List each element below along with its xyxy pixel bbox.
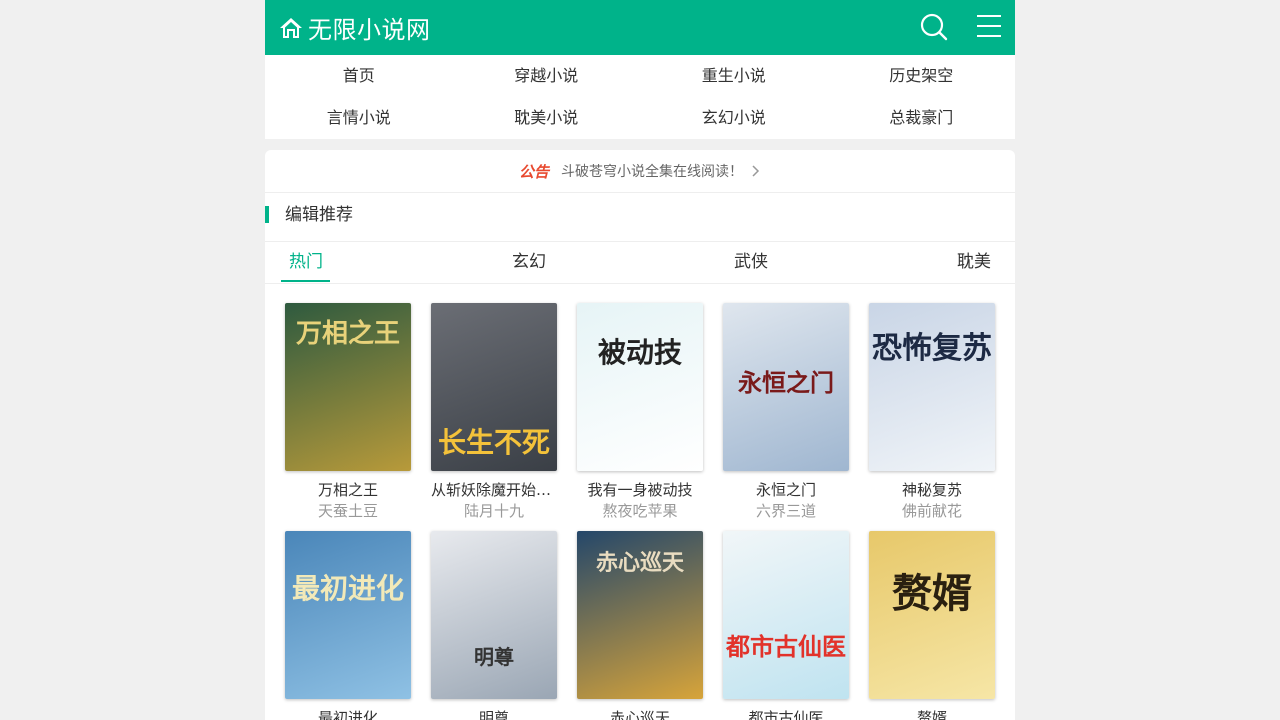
book-author: 佛前献花 — [901, 502, 962, 520]
tab-wuxia[interactable]: 武侠 — [734, 242, 768, 283]
menu-icon[interactable] — [974, 12, 1004, 42]
home-icon — [280, 17, 302, 38]
book-card[interactable]: 长生不死从斩妖除魔开始长生不死陆月十九 — [431, 303, 557, 522]
book-card[interactable]: 明尊 明尊 — [431, 531, 557, 720]
book-card[interactable]: 被动技我有一身被动技 熬夜吃苹果 — [577, 303, 703, 522]
book-card[interactable]: 赤心巡天 赤心巡天 — [577, 531, 703, 720]
book-cover-title: 最初进化 — [291, 572, 404, 605]
book-cover[interactable]: 长生不死 — [431, 303, 557, 471]
book-cover-title: 永恒之门 — [738, 368, 834, 397]
site-header: 无限小说网 — [265, 0, 1015, 55]
book-cover-title: 万相之王 — [295, 319, 400, 349]
nav-item-romance[interactable]: 言情小说 — [265, 97, 453, 139]
notice-bar[interactable]: 公告 斗破苍穹小说全集在线阅读！ — [265, 150, 1015, 193]
editor-recommend-section: 编辑推荐 热门 玄幻 武侠 耽美 万相之王 万相之王 天蚕土豆 长生不死 从斩妖除魔开始… — [265, 193, 1015, 720]
book-cover-title: 赤心巡天 — [595, 550, 684, 576]
tab-danmei[interactable]: 耽美 — [957, 242, 991, 283]
book-cover-title: 都市古仙医 — [726, 632, 846, 661]
active-tab-underline — [281, 280, 330, 282]
tab-hot[interactable]: 热门 — [289, 242, 323, 283]
book-cover-title: 赘婿 — [892, 570, 972, 617]
book-card[interactable]: 都市古仙医 都市古仙医 — [723, 531, 849, 720]
category-nav: 首页 穿越小说 重生小说 历史架空 言情小说 耽美小说 玄幻小说 总裁豪门 — [265, 55, 1015, 139]
book-card[interactable]: 恐怖复苏神秘复苏佛前献花 — [869, 303, 995, 522]
book-title[interactable]: 万相之王 — [285, 480, 411, 500]
section-tabs: 热门 玄幻 武侠 耽美 — [265, 242, 1015, 284]
notice-text[interactable]: 斗破苍穹小说全集在线阅读！ — [561, 161, 743, 181]
tab-fantasy[interactable]: 玄幻 — [512, 242, 546, 283]
book-cover-title: 恐怖复苏 — [872, 331, 992, 366]
book-title[interactable]: 永恒之门 — [723, 480, 849, 500]
page: 无限小说网 首页 穿越小说 重生小说 历史架空 言情小说 耽美小说 玄幻小说 总… — [265, 0, 1015, 720]
nav-item-history[interactable]: 历史架空 — [828, 55, 1016, 97]
nav-item-danmei[interactable]: 耽美小说 — [453, 97, 641, 139]
section-accent-bar — [265, 206, 269, 223]
book-author: 熬夜吃苹果 — [602, 502, 678, 520]
nav-item-rebirth[interactable]: 重生小说 — [640, 55, 828, 97]
book-title[interactable]: 我有一身被动技 — [577, 480, 703, 500]
site-title: 无限小说网 — [308, 16, 431, 44]
book-title[interactable]: 赘婿 — [869, 708, 995, 720]
book-author: 陆月十九 — [463, 502, 524, 520]
book-cover[interactable]: 被动技 — [577, 303, 703, 471]
book-cover[interactable]: 恐怖复苏 — [869, 303, 995, 471]
book-cover[interactable]: 赘婿 — [869, 531, 995, 699]
book-cover-title: 长生不死 — [437, 426, 550, 459]
book-cover[interactable]: 万相之王 — [285, 303, 411, 471]
book-cover-title: 明尊 — [474, 645, 514, 669]
book-title[interactable]: 明尊 — [431, 708, 557, 720]
section-header: 编辑推荐 — [265, 193, 1015, 242]
book-title[interactable]: 从斩妖除魔开始长生不死 — [431, 480, 557, 500]
site-logo[interactable]: 无限小说网 — [278, 0, 431, 55]
book-card[interactable]: 永恒之门 永恒之门 六界三道 — [723, 303, 849, 522]
nav-item-fantasy[interactable]: 玄幻小说 — [640, 97, 828, 139]
book-cover[interactable]: 永恒之门 — [723, 303, 849, 471]
notice-tag: 公告 — [518, 162, 549, 181]
nav-item-ceo[interactable]: 总裁豪门 — [828, 97, 1016, 139]
nav-item-home[interactable]: 首页 — [265, 55, 453, 97]
book-cover[interactable]: 都市古仙医 — [723, 531, 849, 699]
book-card[interactable]: 赘婿 赘婿 — [869, 531, 995, 720]
search-icon[interactable] — [919, 12, 949, 42]
book-cover[interactable]: 赤心巡天 — [577, 531, 703, 699]
book-author: 六界三道 — [755, 502, 816, 520]
section-title: 编辑推荐 — [285, 205, 353, 225]
book-card[interactable]: 最初进化 最初进化 — [285, 531, 411, 720]
book-cover-title: 被动技 — [597, 336, 682, 369]
chevron-right-icon — [752, 165, 760, 177]
book-cover[interactable]: 最初进化 — [285, 531, 411, 699]
nav-item-time-travel[interactable]: 穿越小说 — [453, 55, 641, 97]
book-title[interactable]: 最初进化 — [285, 708, 411, 720]
book-title[interactable]: 赤心巡天 — [577, 708, 703, 720]
book-title[interactable]: 神秘复苏 — [869, 480, 995, 500]
book-cover[interactable]: 明尊 — [431, 531, 557, 699]
book-author: 天蚕土豆 — [317, 502, 378, 520]
book-title[interactable]: 都市古仙医 — [723, 708, 849, 720]
book-card[interactable]: 万相之王 万相之王 天蚕土豆 — [285, 303, 411, 522]
